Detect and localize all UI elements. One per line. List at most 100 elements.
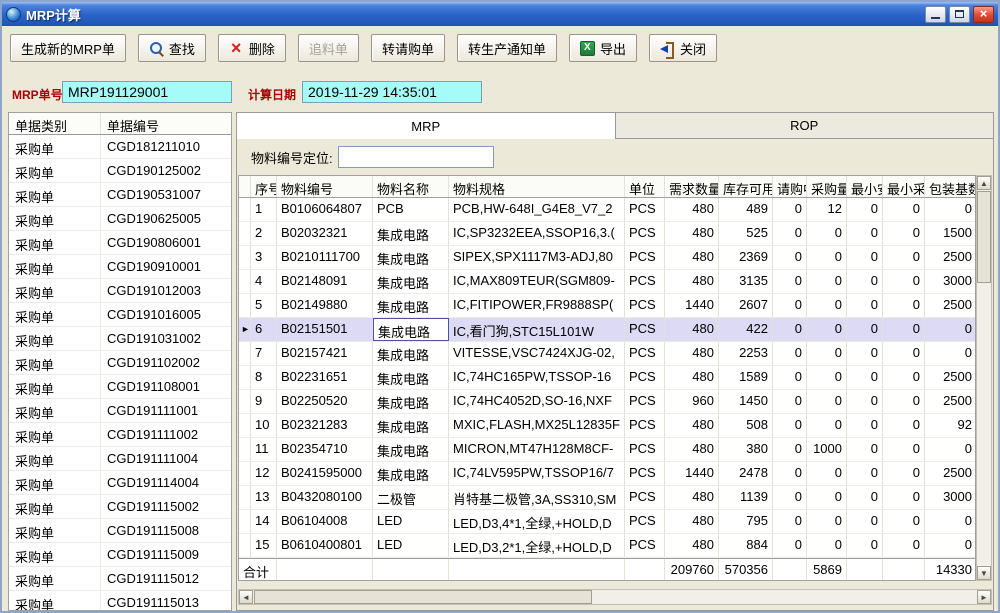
doc-row[interactable]: 采购单CGD191016005 xyxy=(9,303,231,327)
grid-cell: 0 xyxy=(773,198,807,221)
scroll-right-button[interactable]: ► xyxy=(977,590,991,604)
scroll-left-button[interactable]: ◄ xyxy=(239,590,253,604)
grid-header-cell[interactable]: 请购中采购量 xyxy=(773,176,807,197)
calc-date-input[interactable] xyxy=(302,81,482,103)
doc-row[interactable]: 采购单CGD191111002 xyxy=(9,423,231,447)
grid-row[interactable]: 13B0432080100二极管肖特基二极管,3A,SS310,SMPCS480… xyxy=(239,486,975,510)
grid-cell: 6 xyxy=(251,318,277,341)
grid-cell: LED xyxy=(373,510,449,533)
grid-header-cell[interactable]: 采购量 xyxy=(807,176,847,197)
doc-row[interactable]: 采购单CGD190806001 xyxy=(9,231,231,255)
doc-row[interactable]: 采购单CGD191102002 xyxy=(9,351,231,375)
to-purchase-request-button[interactable]: 转请购单 xyxy=(371,34,445,62)
grid-cell: 2607 xyxy=(719,294,773,317)
grid-header-cell[interactable]: 物料规格 xyxy=(449,176,625,197)
tab-rop[interactable]: ROP xyxy=(616,112,995,139)
grid-cell: 884 xyxy=(719,534,773,557)
grid-cell: 0 xyxy=(847,294,883,317)
grid-header-cell[interactable]: 单位 xyxy=(625,176,665,197)
doc-row[interactable]: 采购单CGD191115008 xyxy=(9,519,231,543)
vertical-scroll-thumb[interactable] xyxy=(977,191,991,283)
grid-row[interactable]: 1B0106064807PCBPCB,HW-648I_G4E8_V7_2PCS4… xyxy=(239,198,975,222)
grid-row[interactable]: 10B02321283集成电路MXIC,FLASH,MX25L12835FPCS… xyxy=(239,414,975,438)
doc-row[interactable]: 采购单CGD191115009 xyxy=(9,543,231,567)
grid-row[interactable]: 8B02231651集成电路IC,74HC165PW,TSSOP-16PCS48… xyxy=(239,366,975,390)
doc-row[interactable]: 采购单CGD191115012 xyxy=(9,567,231,591)
material-locator-input[interactable] xyxy=(338,146,494,168)
titlebar: MRP计算 xyxy=(2,2,998,26)
grid-header-cell[interactable]: 物料编号 xyxy=(277,176,373,197)
grid-row[interactable]: 14B06104008LEDLED,D3,4*1,全绿,+HOLD,DPCS48… xyxy=(239,510,975,534)
doc-type-header[interactable]: 单据类别 xyxy=(9,113,101,134)
doc-number-cell: CGD191111004 xyxy=(101,447,231,470)
to-production-notice-button[interactable]: 转生产通知单 xyxy=(457,34,557,62)
doc-row[interactable]: 采购单CGD191108001 xyxy=(9,375,231,399)
doc-type-cell: 采购单 xyxy=(9,207,101,230)
grid-header-cell[interactable]: 最小采购量 xyxy=(883,176,925,197)
doc-row[interactable]: 采购单CGD191115013 xyxy=(9,591,231,611)
delete-button[interactable]: 删除 xyxy=(218,34,286,62)
grid-row[interactable]: 11B02354710集成电路MICRON,MT47H128M8CF-PCS48… xyxy=(239,438,975,462)
total-po-qty: 5869 xyxy=(807,559,847,581)
grid-cell: 0 xyxy=(883,246,925,269)
export-button[interactable]: 导出 xyxy=(569,34,637,62)
grid-cell: 0 xyxy=(807,414,847,437)
mrp-no-input[interactable] xyxy=(62,81,232,103)
row-indicator-cell xyxy=(239,414,251,437)
doc-row[interactable]: 采购单CGD191114004 xyxy=(9,471,231,495)
vertical-scrollbar[interactable]: ▲ ▼ xyxy=(976,175,992,581)
doc-row[interactable]: 采购单CGD191115002 xyxy=(9,495,231,519)
doc-row[interactable]: 采购单CGD190625005 xyxy=(9,207,231,231)
horizontal-scroll-thumb[interactable] xyxy=(254,590,592,604)
grid-row[interactable]: 4B02148091集成电路IC,MAX809TEUR(SGM809-PCS48… xyxy=(239,270,975,294)
doc-number-header[interactable]: 单据编号 xyxy=(101,113,231,134)
toolbar: 生成新的MRP单 查找 删除 追料单 转请购单 转生产通知单 导出 关闭 xyxy=(10,34,717,62)
close-form-button[interactable]: 关闭 xyxy=(649,34,717,62)
total-cell xyxy=(773,559,807,581)
doc-row[interactable]: 采购单CGD191111001 xyxy=(9,399,231,423)
scroll-up-button[interactable]: ▲ xyxy=(977,176,991,190)
doc-row[interactable]: 采购单CGD191111004 xyxy=(9,447,231,471)
grid-cell: 2253 xyxy=(719,342,773,365)
grid-row[interactable]: 2B02032321集成电路IC,SP3232EEA,SSOP16,3.(PCS… xyxy=(239,222,975,246)
doc-row[interactable]: 采购单CGD190910001 xyxy=(9,255,231,279)
close-button[interactable] xyxy=(973,6,994,23)
scroll-down-button[interactable]: ▼ xyxy=(977,566,991,580)
minimize-button[interactable] xyxy=(925,6,946,23)
grid-cell: 0 xyxy=(883,342,925,365)
doc-number-cell: CGD191108001 xyxy=(101,375,231,398)
doc-row[interactable]: 采购单CGD191031002 xyxy=(9,327,231,351)
grid-cell: 1 xyxy=(251,198,277,221)
grid-header-cell[interactable]: 库存可用量 xyxy=(719,176,773,197)
doc-row[interactable]: 采购单CGD191012003 xyxy=(9,279,231,303)
grid-header-cell[interactable]: 物料名称 xyxy=(373,176,449,197)
grid-row[interactable]: 7B02157421集成电路VITESSE,VSC7424XJG-02,PCS4… xyxy=(239,342,975,366)
horizontal-scrollbar[interactable]: ◄ ► xyxy=(238,589,992,605)
grid-cell: 4 xyxy=(251,270,277,293)
grid-row[interactable]: 15B0610400801LEDLED,D3,2*1,全绿,+HOLD,DPCS… xyxy=(239,534,975,558)
tab-mrp[interactable]: MRP xyxy=(236,112,616,139)
new-mrp-button[interactable]: 生成新的MRP单 xyxy=(10,34,126,62)
grid-header-cell[interactable]: 包装基数 xyxy=(925,176,976,197)
grid-row[interactable]: 5B02149880集成电路IC,FITIPOWER,FR9888SP(PCS1… xyxy=(239,294,975,318)
doc-row[interactable]: 采购单CGD181211010 xyxy=(9,135,231,159)
grid-header-cell[interactable]: 最小安全量 xyxy=(847,176,883,197)
grid-cell: B02321283 xyxy=(277,414,373,437)
doc-number-cell: CGD191115008 xyxy=(101,519,231,542)
chase-material-button[interactable]: 追料单 xyxy=(298,34,359,62)
doc-number-cell: CGD191111001 xyxy=(101,399,231,422)
grid-row[interactable]: 12B0241595000集成电路IC,74LV595PW,TSSOP16/7P… xyxy=(239,462,975,486)
grid-header-cell[interactable]: 需求数量 xyxy=(665,176,719,197)
grid-row[interactable]: 3B0210111700集成电路SIPEX,SPX1117M3-ADJ,80PC… xyxy=(239,246,975,270)
grid-row[interactable]: ►6B02151501集成电路IC,看门狗,STC15L101WPCS48042… xyxy=(239,318,975,342)
grid-header-cell[interactable]: 序号 xyxy=(251,176,277,197)
doc-number-cell: CGD191115002 xyxy=(101,495,231,518)
grid-cell: 2 xyxy=(251,222,277,245)
maximize-button[interactable] xyxy=(949,6,970,23)
grid-cell: 0 xyxy=(773,318,807,341)
grid-cell: PCS xyxy=(625,486,665,509)
doc-row[interactable]: 采购单CGD190531007 xyxy=(9,183,231,207)
doc-row[interactable]: 采购单CGD190125002 xyxy=(9,159,231,183)
grid-row[interactable]: 9B02250520集成电路IC,74HC4052D,SO-16,NXFPCS9… xyxy=(239,390,975,414)
find-button[interactable]: 查找 xyxy=(138,34,206,62)
